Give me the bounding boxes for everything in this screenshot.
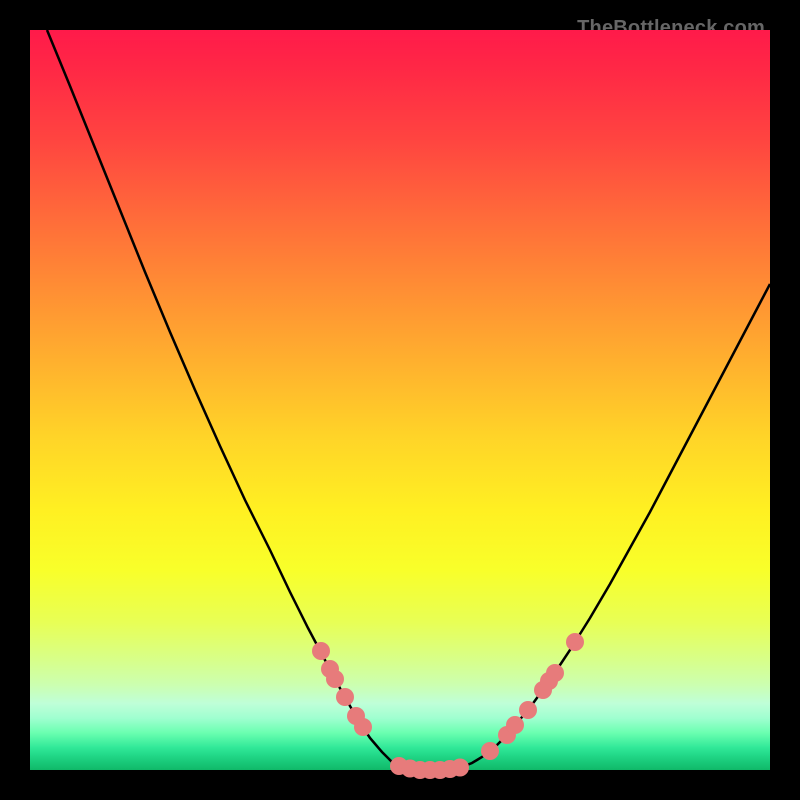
- left-marker-4: [336, 688, 354, 706]
- chart-frame: TheBottleneck.com: [15, 15, 785, 785]
- bottleneck-curve: [47, 30, 770, 770]
- right-marker-7: [546, 664, 564, 682]
- left-marker-6: [354, 718, 372, 736]
- curve-layer: [30, 30, 770, 770]
- right-marker-1: [481, 742, 499, 760]
- plot-area: [30, 30, 770, 770]
- right-marker-3: [506, 716, 524, 734]
- left-marker-1: [312, 642, 330, 660]
- left-marker-3: [326, 670, 344, 688]
- right-marker-8: [566, 633, 584, 651]
- flat-marker-7: [451, 759, 469, 777]
- right-marker-4: [519, 701, 537, 719]
